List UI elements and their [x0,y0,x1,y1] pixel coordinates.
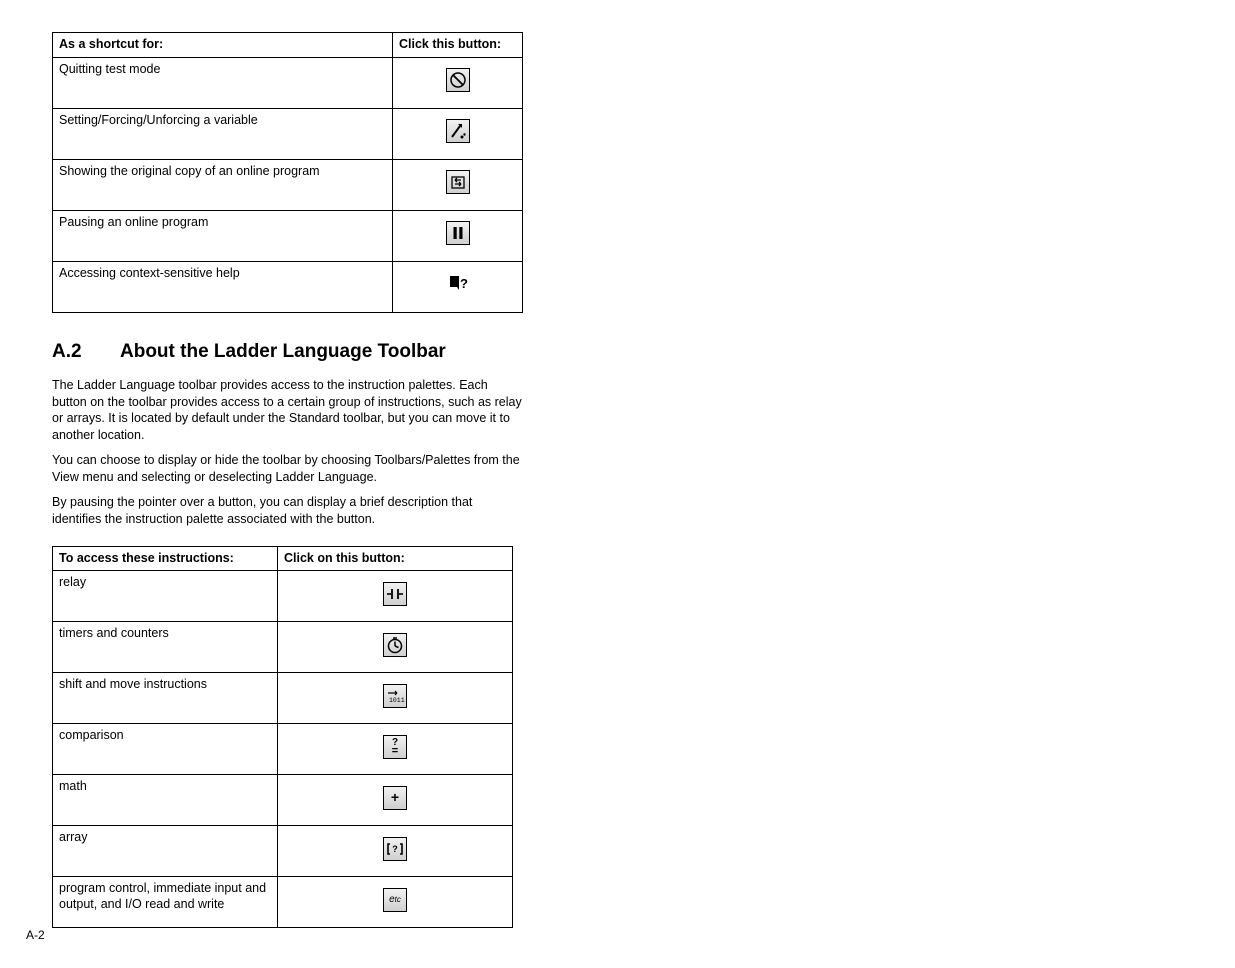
instruction-button-cell [278,622,513,673]
table-row: timers and counters [53,622,513,673]
table-row: Accessing context-sensitive help ? [53,261,523,312]
shortcut-label: Setting/Forcing/Unforcing a variable [53,108,393,159]
table-row: shift and move instructions 1011 [53,673,513,724]
instruction-label: relay [53,571,278,622]
paragraph: You can choose to display or hide the to… [52,452,522,486]
paragraph: By pausing the pointer over a button, yo… [52,494,522,528]
program-control-icon[interactable]: etc [383,888,407,912]
compare-glyph: ?= [384,736,406,758]
table-row: Setting/Forcing/Unforcing a variable [53,108,523,159]
table-row: Showing the original copy of an online p… [53,159,523,210]
table-row: Quitting test mode [53,57,523,108]
section-number: A.2 [52,341,120,363]
shortcut-button-cell [393,57,523,108]
shortcut-button-cell: ? [393,261,523,312]
instruction-button-cell: + [278,775,513,826]
shortcut-label: Pausing an online program [53,210,393,261]
instruction-label: program control, immediate input and out… [53,877,278,928]
original-copy-icon[interactable] [446,170,470,194]
instruction-button-cell: etc [278,877,513,928]
instruction-label: math [53,775,278,826]
instruction-table: To access these instructions: Click on t… [52,546,513,929]
table-row: comparison ?= [53,724,513,775]
paragraph: The Ladder Language toolbar provides acc… [52,377,522,445]
page-number: A-2 [26,928,45,942]
force-var-icon[interactable] [446,119,470,143]
instruction-table-header-access: To access these instructions: [53,546,278,571]
instruction-button-cell: 1011 [278,673,513,724]
instruction-label: array [53,826,278,877]
table-row: program control, immediate input and out… [53,877,513,928]
shortcut-table-header-action: As a shortcut for: [53,33,393,58]
svg-text:1011: 1011 [389,697,405,704]
instruction-table-header-button: Click on this button: [278,546,513,571]
instruction-button-cell [278,571,513,622]
section-heading: A.2About the Ladder Language Toolbar [52,341,1183,363]
shortcut-label: Showing the original copy of an online p… [53,159,393,210]
program-control-glyph: etc [384,889,406,911]
shortcut-label: Quitting test mode [53,57,393,108]
page: As a shortcut for: Click this button: Qu… [0,0,1235,968]
table-row: Pausing an online program [53,210,523,261]
table-row: relay [53,571,513,622]
quit-test-icon[interactable] [446,68,470,92]
svg-text:?: ? [460,276,468,291]
shortcut-table: As a shortcut for: Click this button: Qu… [52,32,523,313]
instruction-button-cell: ? [278,826,513,877]
instruction-label: shift and move instructions [53,673,278,724]
array-icon[interactable]: ? [383,837,407,861]
help-icon[interactable]: ? [447,273,469,295]
shortcut-table-header-button: Click this button: [393,33,523,58]
instruction-button-cell: ?= [278,724,513,775]
section-title: About the Ladder Language Toolbar [120,341,446,362]
pause-icon[interactable] [446,221,470,245]
instruction-label: comparison [53,724,278,775]
shortcut-label: Accessing context-sensitive help [53,261,393,312]
math-glyph: + [384,787,406,809]
table-row: array ? [53,826,513,877]
instruction-label: timers and counters [53,622,278,673]
table-row: math + [53,775,513,826]
shortcut-button-cell [393,159,523,210]
timer-icon[interactable] [383,633,407,657]
shortcut-button-cell [393,108,523,159]
shortcut-button-cell [393,210,523,261]
compare-icon[interactable]: ?= [383,735,407,759]
math-icon[interactable]: + [383,786,407,810]
shift-move-icon[interactable]: 1011 [383,684,407,708]
svg-text:?: ? [392,844,398,854]
relay-icon[interactable] [383,582,407,606]
